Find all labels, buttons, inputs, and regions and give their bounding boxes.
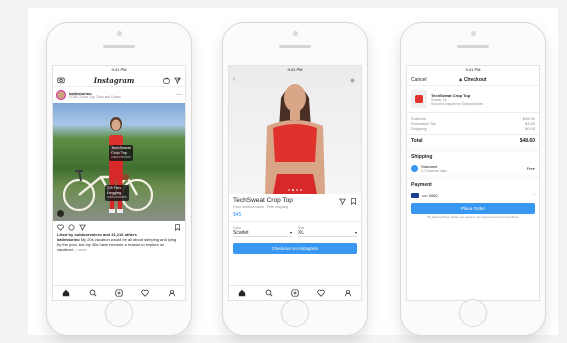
post-photo[interactable]: TechSweat Crop Top outdoorvoices 7/8 Fle… [53, 103, 185, 221]
status-time: 9:41 PM [465, 67, 481, 72]
product-name: TechSweat Crop Top [233, 197, 293, 204]
payment-method[interactable]: •••• 0000 › [407, 190, 539, 200]
add-post-icon[interactable] [115, 289, 123, 297]
chevron-down-icon: ▾ [354, 229, 357, 235]
bookmark-icon[interactable] [350, 197, 357, 205]
lock-icon: 🔒︎ [459, 76, 462, 82]
chevron-down-icon: ▾ [289, 229, 292, 235]
product-tag-legging[interactable]: 7/8 Flex Legging outdoorvoices [105, 185, 129, 201]
terms-text: By tapping Place Order you agree to our … [427, 215, 519, 219]
model-figure [109, 117, 123, 213]
card-icon [411, 192, 419, 198]
home-button[interactable] [459, 299, 487, 327]
product-photo[interactable]: ‹ [229, 66, 361, 194]
search-icon[interactable] [265, 289, 273, 297]
profile-icon[interactable] [168, 289, 176, 297]
chevron-right-icon: › [533, 192, 535, 198]
home-button[interactable] [105, 299, 133, 327]
checkout-on-instagram-button[interactable]: Checkout on Instagram [233, 242, 357, 254]
phone-feed: 9:41 PM Instagram katiesturino COMO Tier… [46, 22, 192, 336]
shopping-bag-icon[interactable] [57, 210, 64, 217]
front-camera [293, 31, 298, 36]
tag-seller: outdoorvoices [107, 195, 127, 200]
product-screen: 9:41 PM ‹ TechSweat Crop Top From outdoo… [228, 65, 362, 301]
igtv-icon[interactable] [163, 76, 170, 84]
status-time: 9:41 PM [287, 67, 303, 72]
stage: 9:41 PM Instagram katiesturino COMO Tier… [28, 8, 558, 336]
send-icon[interactable] [173, 77, 181, 84]
back-icon[interactable]: ‹ [233, 76, 235, 83]
caption: katiesturino My 20s vacation would be al… [57, 237, 181, 252]
tab-bar [229, 285, 361, 300]
activity-heart-icon[interactable] [141, 289, 150, 297]
more-options-icon[interactable]: ··· [176, 92, 182, 98]
comment-icon[interactable] [68, 224, 75, 231]
shipping-option[interactable]: Standard 3-7 business days Free [407, 162, 539, 175]
summary-row: Shipping $0.00 [411, 126, 535, 131]
shipping-option-detail: 3-7 business days [421, 169, 447, 173]
shipping-price: Free [526, 166, 535, 171]
activity-heart-icon[interactable] [317, 289, 326, 297]
size-select[interactable]: Size XL ▾ [298, 226, 357, 237]
avatar[interactable] [56, 90, 66, 100]
checkout-screen: 9:41 PM Cancel 🔒︎ Checkout TechSweat Cro… [406, 65, 540, 301]
place-order-button[interactable]: Place Order [411, 203, 535, 214]
phone-product: 9:41 PM ‹ TechSweat Crop Top From outdoo… [222, 22, 368, 336]
add-post-icon[interactable] [291, 289, 299, 297]
share-icon[interactable] [339, 198, 346, 205]
item-seller: Sold and shipped by Outdoorvoices [431, 101, 484, 106]
payment-header: Payment [411, 182, 432, 188]
color-value: Scarlet [233, 229, 249, 236]
product-tag-crop-top[interactable]: TechSweat Crop Top outdoorvoices [109, 145, 133, 161]
home-button[interactable] [281, 299, 309, 327]
tag-seller: outdoorvoices [111, 155, 131, 160]
profile-icon[interactable] [344, 289, 352, 297]
status-time: 9:41 PM [111, 67, 127, 72]
speaker [103, 45, 135, 48]
checkout-title: Checkout [463, 76, 487, 83]
size-value: XL [298, 229, 305, 236]
product-price: $45 [233, 211, 242, 218]
color-select[interactable]: Color Scarlet ▾ [233, 226, 292, 237]
product-seller: From outdoorvoices · Free shipping [233, 205, 289, 209]
model-figure [265, 84, 325, 194]
total-row: Total $48.60 [407, 135, 539, 147]
camera-icon[interactable] [57, 76, 65, 84]
share-icon[interactable] [79, 224, 86, 231]
speaker [279, 45, 311, 48]
search-icon[interactable] [89, 289, 97, 297]
feed-screen: 9:41 PM Instagram katiesturino COMO Tier… [52, 65, 186, 301]
bookmark-icon[interactable] [174, 224, 181, 231]
total-value: $48.60 [519, 138, 535, 144]
front-camera [471, 31, 476, 36]
shipping-header: Shipping [411, 154, 433, 160]
tab-bar [53, 285, 185, 300]
caption-more-link[interactable]: more [77, 247, 86, 252]
carousel-dots [229, 189, 361, 191]
home-icon[interactable] [62, 289, 70, 297]
radio-selected-icon[interactable] [411, 165, 418, 172]
speaker [457, 45, 489, 48]
instagram-logo: Instagram [93, 75, 135, 85]
heart-icon[interactable] [57, 224, 64, 231]
phone-checkout: 9:41 PM Cancel 🔒︎ Checkout TechSweat Cro… [400, 22, 546, 336]
post-location[interactable]: COMO Tierra Cay, Turks and Caicos [69, 95, 173, 100]
cancel-button[interactable]: Cancel [411, 77, 427, 83]
front-camera [117, 31, 122, 36]
card-number: •••• 0000 [422, 192, 438, 198]
total-label: Total [411, 138, 423, 144]
home-icon[interactable] [238, 289, 246, 297]
item-thumbnail [411, 90, 427, 108]
more-icon[interactable] [350, 78, 355, 83]
